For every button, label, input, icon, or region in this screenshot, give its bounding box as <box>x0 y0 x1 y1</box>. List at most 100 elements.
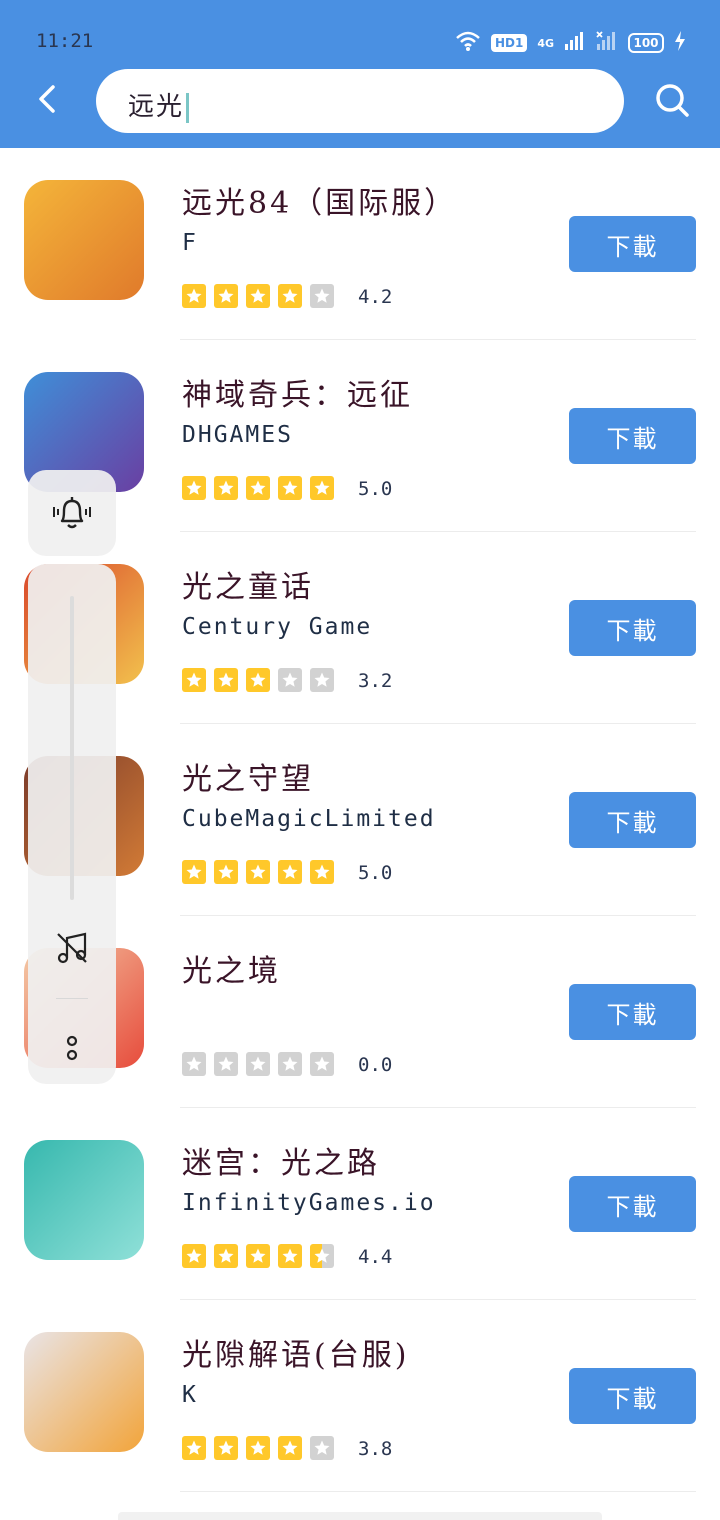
star-icon <box>214 668 238 692</box>
star-icon <box>246 1436 270 1460</box>
star-icon <box>246 1244 270 1268</box>
star-rating <box>182 860 334 884</box>
rating-value: 0.0 <box>358 1054 393 1076</box>
star-icon <box>182 1244 206 1268</box>
star-icon <box>214 860 238 884</box>
status-bar: 11:21 HD1 4G 100 <box>0 22 720 66</box>
star-rating <box>182 1436 334 1460</box>
star-icon <box>310 476 334 500</box>
wifi-icon <box>455 30 481 56</box>
bell-ring-icon <box>53 497 91 529</box>
floating-notification-button[interactable] <box>28 470 116 556</box>
star-icon <box>278 860 302 884</box>
star-icon <box>310 860 334 884</box>
text-caret <box>186 92 190 123</box>
back-button[interactable] <box>26 78 68 120</box>
star-icon <box>182 860 206 884</box>
volume-slider[interactable] <box>70 596 74 900</box>
app-title[interactable]: 神域奇兵：远征 <box>182 370 413 414</box>
app-developer: DHGAMES <box>182 422 293 448</box>
music-mute-button[interactable] <box>50 926 94 970</box>
search-icon <box>656 84 689 117</box>
network-type-label: 4G <box>537 36 554 50</box>
star-icon <box>182 284 206 308</box>
app-icon[interactable] <box>24 1140 144 1260</box>
back-arrow-icon <box>39 85 55 113</box>
download-button[interactable]: 下載 <box>569 600 696 656</box>
star-icon <box>214 1436 238 1460</box>
download-button[interactable]: 下載 <box>569 408 696 464</box>
app-title[interactable]: 光之童话 <box>182 562 314 606</box>
signal-icon <box>564 31 586 55</box>
download-button[interactable]: 下載 <box>569 1368 696 1424</box>
app-icon[interactable] <box>24 1332 144 1452</box>
search-button[interactable] <box>650 78 694 122</box>
search-input[interactable]: 远光 <box>96 69 624 133</box>
rating-value: 3.2 <box>358 670 393 692</box>
status-time: 11:21 <box>36 30 94 52</box>
app-list-item[interactable]: 迷宫：光之路 InfinityGames.io 4.4 下載 <box>0 1108 720 1300</box>
rating-value: 3.8 <box>358 1438 393 1460</box>
star-icon <box>182 1052 206 1076</box>
star-icon <box>182 668 206 692</box>
search-query-text: 远光 <box>128 86 190 123</box>
star-icon <box>214 284 238 308</box>
app-developer: Century Game <box>182 614 373 640</box>
star-rating <box>182 284 334 308</box>
app-title[interactable]: 光之境 <box>182 946 281 990</box>
star-icon <box>246 284 270 308</box>
bottom-edge-strip <box>118 1512 602 1520</box>
app-title[interactable]: 远光84（国际服） <box>182 178 457 222</box>
app-developer: CubeMagicLimited <box>182 806 436 832</box>
more-dots-icon <box>66 1035 78 1061</box>
star-icon <box>214 1244 238 1268</box>
star-icon <box>310 668 334 692</box>
star-icon <box>246 860 270 884</box>
app-title[interactable]: 光之守望 <box>182 754 314 798</box>
battery-indicator: 100 <box>628 33 664 53</box>
status-icons: HD1 4G 100 <box>455 30 686 56</box>
app-developer: K <box>182 1382 198 1408</box>
star-rating <box>182 1052 334 1076</box>
download-button[interactable]: 下載 <box>569 792 696 848</box>
app-developer: F <box>182 230 198 256</box>
app-developer: InfinityGames.io <box>182 1190 436 1216</box>
floating-volume-panel <box>28 564 116 1084</box>
app-title[interactable]: 光隙解语(台服) <box>182 1330 409 1374</box>
hd-badge: HD1 <box>490 34 528 52</box>
star-rating <box>182 476 334 500</box>
star-icon <box>278 1052 302 1076</box>
star-rating <box>182 1244 334 1268</box>
rating-value: 5.0 <box>358 478 393 500</box>
top-bar: 11:21 HD1 4G 100 远光 <box>0 0 720 148</box>
charging-icon <box>674 31 686 55</box>
star-icon <box>278 1436 302 1460</box>
rating-value: 5.0 <box>358 862 393 884</box>
panel-divider <box>56 998 88 999</box>
star-icon <box>310 1052 334 1076</box>
star-icon <box>278 476 302 500</box>
rating-value: 4.2 <box>358 286 393 308</box>
more-options-button[interactable] <box>50 1026 94 1070</box>
star-icon <box>182 476 206 500</box>
star-icon <box>278 668 302 692</box>
app-list-item[interactable]: 光隙解语(台服) K 3.8 下載 <box>0 1300 720 1492</box>
star-rating <box>182 668 334 692</box>
star-icon <box>278 1244 302 1268</box>
star-icon <box>310 1436 334 1460</box>
star-icon <box>246 668 270 692</box>
star-icon <box>310 1244 334 1268</box>
star-icon <box>246 476 270 500</box>
music-off-icon <box>57 932 87 964</box>
app-icon[interactable] <box>24 180 144 300</box>
download-button[interactable]: 下載 <box>569 1176 696 1232</box>
star-icon <box>246 1052 270 1076</box>
app-title[interactable]: 迷宫：光之路 <box>182 1138 380 1182</box>
star-icon <box>214 1052 238 1076</box>
download-button[interactable]: 下載 <box>569 984 696 1040</box>
star-icon <box>278 284 302 308</box>
rating-value: 4.4 <box>358 1246 393 1268</box>
download-button[interactable]: 下載 <box>569 216 696 272</box>
app-list-item[interactable]: 远光84（国际服） F 4.2 下載 <box>0 148 720 340</box>
signal-no-service-icon <box>596 31 618 55</box>
